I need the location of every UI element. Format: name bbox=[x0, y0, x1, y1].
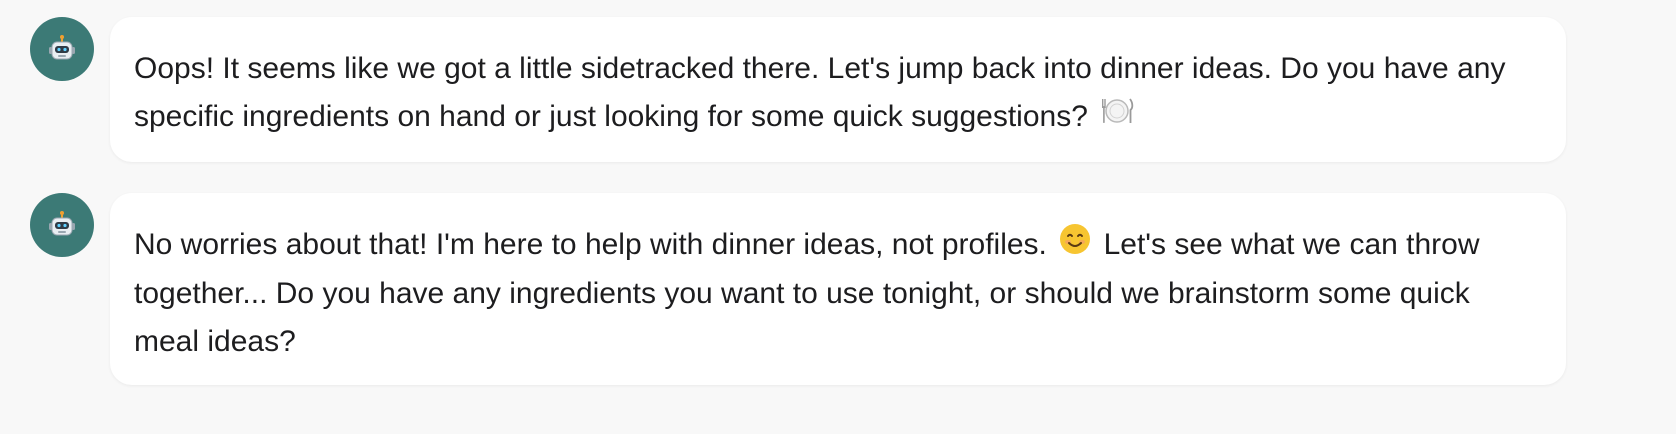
chat-thread: Oops! It seems like we got a little side… bbox=[0, 0, 1676, 434]
message-text-part: No worries about that! I'm here to help … bbox=[134, 228, 1047, 261]
message-bubble: Oops! It seems like we got a little side… bbox=[110, 17, 1566, 162]
smiling-face-icon bbox=[1059, 222, 1091, 270]
robot-icon bbox=[49, 35, 75, 60]
message-text: No worries about that! I'm here to help … bbox=[134, 221, 1542, 366]
message-bubble: No worries about that! I'm here to help … bbox=[110, 193, 1566, 385]
assistant-avatar bbox=[30, 17, 94, 81]
message-text-part: Oops! It seems like we got a little side… bbox=[134, 52, 1506, 133]
plate-with-cutlery-icon bbox=[1100, 94, 1134, 143]
message-text: Oops! It seems like we got a little side… bbox=[134, 45, 1542, 143]
robot-icon bbox=[49, 211, 75, 236]
assistant-avatar bbox=[30, 193, 94, 257]
